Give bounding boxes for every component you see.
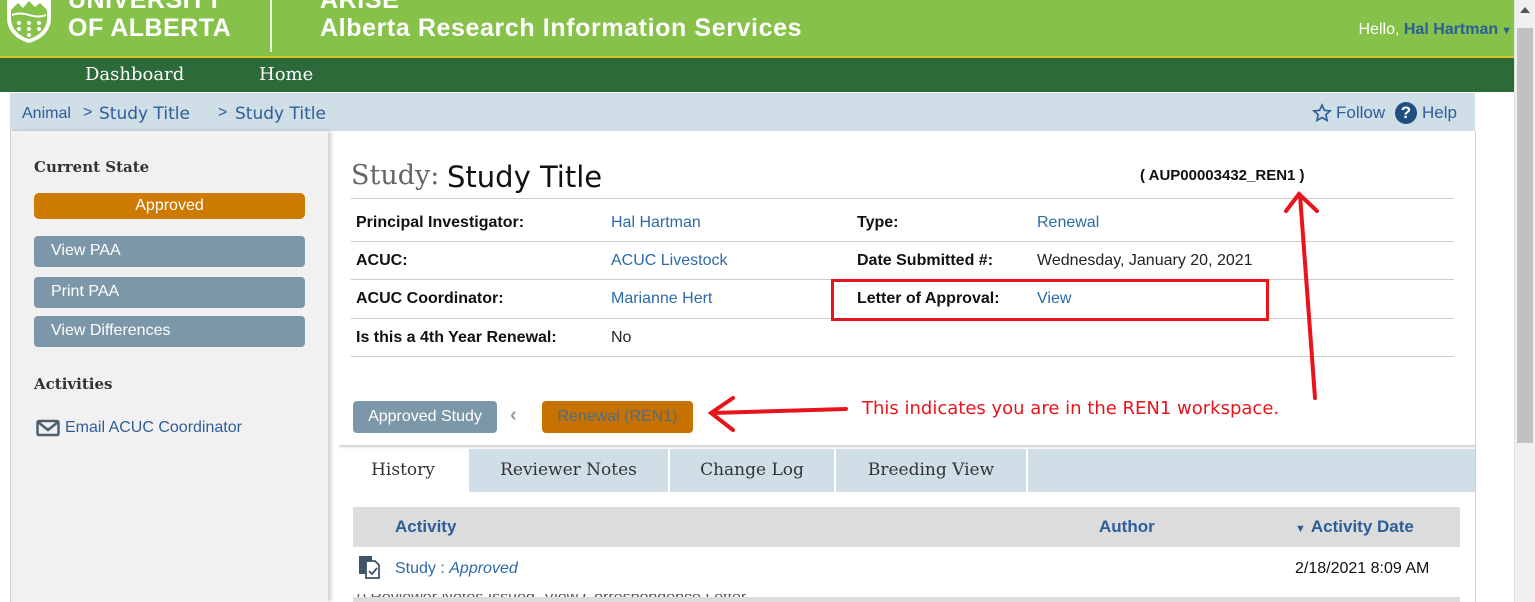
breadcrumb-study-title-1[interactable]: Study Title [99,104,190,124]
nav-dashboard[interactable]: Dashboard [85,64,184,85]
scrollbar-thumb[interactable] [1517,28,1533,443]
divider [351,241,1454,242]
annotation-text: This indicates you are in the REN1 works… [862,398,1280,419]
university-name[interactable]: UNIVERSITY OF ALBERTA [68,0,231,42]
study-id: ( AUP00003432_REN1 ) [1140,167,1305,184]
date-submitted-value: Wednesday, January 20, 2021 [1037,252,1253,269]
acuc-coordinator-label: ACUC Coordinator: [356,290,504,307]
acuc-label: ACUC: [356,252,408,269]
pi-value[interactable]: Hal Hartman [611,214,701,232]
view-paa-button[interactable]: View PAA [34,236,305,267]
content-frame-right-border [1475,131,1476,602]
university-shield-logo[interactable] [4,0,54,44]
app-acronym: ARISE [320,0,400,14]
print-paa-button[interactable]: Print PAA [34,277,305,308]
breadcrumb: Animal > Study Title > Study Title Follo… [10,93,1475,131]
sidebar: Current State Approved View PAA Print PA… [11,131,328,602]
history-table-header: Activity Author ▼ Activity Date [353,507,1460,547]
header-divider [270,0,272,52]
university-name-line2: OF ALBERTA [68,14,232,42]
app-name: Alberta Research Information Services [320,14,803,42]
history-row-activity[interactable]: Study : Approved [395,560,518,578]
envelope-icon [36,419,60,437]
follow-label: Follow [1336,103,1386,122]
study-title: Study Title [447,160,603,194]
scroll-up-arrow-icon[interactable] [1520,7,1530,13]
greeting-text: Hello, [1358,21,1400,38]
tab-change-log[interactable]: Change Log [670,449,836,492]
column-activity-date[interactable]: ▼ Activity Date [1295,517,1414,537]
breadcrumb-separator: > [83,104,93,121]
university-name-line1: UNIVERSITY [68,0,224,14]
nav-home[interactable]: Home [259,64,313,85]
main-nav: Dashboard Home [0,58,1514,92]
type-value[interactable]: Renewal [1037,214,1099,232]
email-acuc-coordinator-link[interactable]: Email ACUC Coordinator [36,419,242,437]
column-activity[interactable]: Activity [395,517,456,537]
activities-heading: Activities [34,375,113,393]
breadcrumb-separator: > [218,104,228,121]
column-author[interactable]: Author [1099,517,1155,537]
divider [351,198,1454,199]
arrow-to-study-id [1284,191,1319,400]
activity-type: Study : [395,560,450,577]
fourth-year-renewal-label: Is this a 4th Year Renewal: [356,329,557,346]
top-header: UNIVERSITY OF ALBERTA ARISE Alberta Rese… [0,0,1514,58]
history-row-date: 2/18/2021 8:09 AM [1295,560,1430,577]
type-label: Type: [857,214,899,231]
help-button[interactable]: ? Help [1395,102,1457,124]
current-state-heading: Current State [34,158,150,176]
user-name[interactable]: Hal Hartman [1404,21,1498,38]
arrow-to-workspace-button [707,396,848,432]
acuc-value[interactable]: ACUC Livestock [611,252,727,270]
tab-history[interactable]: History [339,449,469,492]
current-state-badge: Approved [34,193,305,219]
app-title: ARISE Alberta Research Information Servi… [320,0,802,42]
annotation-highlight-box [831,279,1269,321]
document-approved-icon [359,556,380,579]
user-menu[interactable]: Hello, Hal Hartman ▼ [1359,21,1513,39]
approved-study-workspace-button[interactable]: Approved Study [353,401,497,433]
view-differences-button[interactable]: View Differences [34,316,305,347]
acuc-coordinator-value[interactable]: Marianne Hert [611,290,712,308]
activity-state: Approved [449,560,518,577]
tab-breeding-view[interactable]: Breeding View [836,449,1028,492]
sort-descending-icon: ▼ [1295,523,1306,535]
renewal-workspace-button[interactable]: Renewal (REN1) [542,401,693,433]
page: UNIVERSITY OF ALBERTA ARISE Alberta Rese… [0,0,1535,602]
pi-label: Principal Investigator: [356,214,525,231]
tab-bar: History Reviewer Notes Change Log Breedi… [339,449,1475,492]
divider [351,356,1454,357]
breadcrumb-study-title-2[interactable]: Study Title [235,104,326,124]
chevron-left-icon: ‹ [510,404,517,426]
caret-down-icon[interactable]: ▼ [1501,25,1512,37]
breadcrumb-animal[interactable]: Animal [22,105,71,123]
column-activity-date-label: Activity Date [1310,517,1414,536]
history-table-row-separator [353,597,1460,602]
study-label: Study: [351,160,440,191]
fourth-year-renewal-value: No [611,329,632,346]
email-acuc-coordinator-label: Email ACUC Coordinator [65,419,242,436]
vertical-scrollbar[interactable] [1514,0,1535,602]
help-question-icon: ? [1395,102,1417,124]
tab-reviewer-notes[interactable]: Reviewer Notes [469,449,670,492]
star-icon [1312,103,1332,123]
help-label: Help [1422,103,1457,122]
date-submitted-label: Date Submitted #: [857,252,994,269]
follow-button[interactable]: Follow [1312,103,1385,123]
